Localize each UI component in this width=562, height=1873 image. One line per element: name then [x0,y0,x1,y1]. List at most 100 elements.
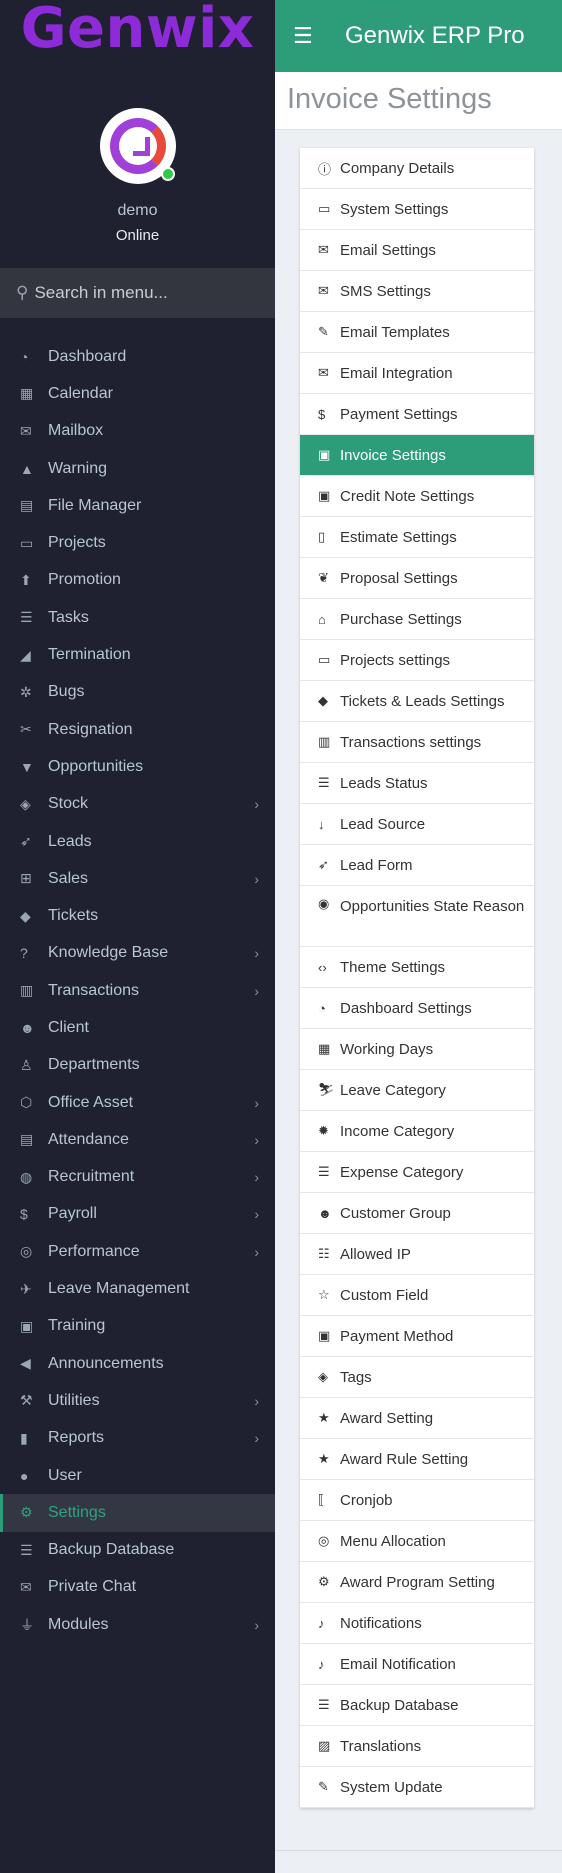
settings-item-payment-settings[interactable]: $ Payment Settings [300,394,534,435]
settings-item-credit-note-settings[interactable]: ▣ Credit Note Settings [300,476,534,517]
hamburger-menu-icon[interactable]: ☰ [293,23,317,49]
sidebar-item-attendance[interactable]: ▤ Attendance › [0,1121,275,1158]
search-input[interactable]: Search in menu... [34,283,167,303]
sidebar-item-calendar[interactable]: ▦ Calendar [0,375,275,412]
sidebar-item-leads[interactable]: ➶ Leads [0,823,275,860]
settings-item-award-program-setting[interactable]: ⚙ Award Program Setting [300,1562,534,1603]
settings-item-label: Estimate Settings [340,528,457,546]
settings-item-email-templates[interactable]: ✎ Email Templates [300,312,534,353]
settings-item-dashboard-settings[interactable]: ◔ Dashboard Settings [300,988,534,1029]
sidebar-item-knowledge-base[interactable]: ? Knowledge Base › [0,935,275,972]
language-icon: ▨ [318,1738,331,1753]
chevron-right-icon: › [254,1131,259,1148]
sidebar-item-reports[interactable]: ▮ Reports › [0,1420,275,1457]
settings-item-invoice-settings[interactable]: ▣ Invoice Settings [300,435,534,476]
settings-item-label: Email Settings [340,241,436,259]
sidebar-item-opportunities[interactable]: ▼ Opportunities [0,748,275,785]
bar-chart-icon: ▮ [20,1429,28,1446]
settings-item-theme-settings[interactable]: ‹› Theme Settings [300,947,534,988]
sidebar-item-label: Payroll [48,1205,97,1223]
avatar[interactable] [99,108,176,184]
settings-item-email-notification[interactable]: ♪ Email Notification [300,1644,534,1685]
sidebar-item-recruitment[interactable]: ◍ Recruitment › [0,1159,275,1196]
sidebar-item-leave-management[interactable]: ✈ Leave Management [0,1270,275,1307]
sidebar-item-backup-database[interactable]: ☰ Backup Database [0,1532,275,1569]
settings-item-income-category[interactable]: ✹ Income Category [300,1111,534,1152]
settings-item-system-settings[interactable]: ▭ System Settings [300,189,534,230]
sidebar-item-warning[interactable]: ▲ Warning [0,450,275,487]
sidebar-item-stock[interactable]: ◈ Stock › [0,786,275,823]
sidebar-item-settings[interactable]: ⚙ Settings [0,1494,275,1532]
sidebar-item-termination[interactable]: ◢ Termination [0,636,275,673]
sidebar-item-label: Tickets [48,907,99,925]
sidebar-item-promotion[interactable]: ⬆ Promotion [0,562,275,599]
sidebar-item-private-chat[interactable]: ✉ Private Chat [0,1569,275,1606]
scissors-icon: ✂ [20,721,32,738]
sidebar-item-label: Projects [48,534,106,552]
settings-item-cronjob[interactable]: ⟦ Cronjob [300,1480,534,1521]
settings-item-sms-settings[interactable]: ✉ SMS Settings [300,271,534,312]
settings-item-allowed-ip[interactable]: ☷ Allowed IP [300,1234,534,1275]
sidebar-item-label: Announcements [48,1354,164,1372]
settings-item-working-days[interactable]: ▦ Working Days [300,1029,534,1070]
online-status-dot [160,167,175,181]
settings-item-opportunities-state-reason[interactable]: ◉ Opportunities State Reason [300,886,534,947]
desktop-icon: ▭ [318,201,331,216]
settings-item-transactions-settings[interactable]: ▥ Transactions settings [300,722,534,763]
sidebar-item-training[interactable]: ▣ Training [0,1308,275,1345]
settings-item-award-rule-setting[interactable]: ★ Award Rule Setting [300,1439,534,1480]
settings-item-payment-method[interactable]: ▣ Payment Method [300,1316,534,1357]
settings-item-backup-database[interactable]: ☰ Backup Database [300,1685,534,1726]
settings-item-proposal-settings[interactable]: ❦ Proposal Settings [300,558,534,599]
settings-item-email-settings[interactable]: ✉ Email Settings [300,230,534,271]
sidebar-search[interactable]: ⚲ Search in menu... [0,268,275,318]
settings-item-award-setting[interactable]: ★ Award Setting [300,1398,534,1439]
sidebar-item-label: Leave Management [48,1280,190,1298]
settings-item-estimate-settings[interactable]: ▯ Estimate Settings [300,517,534,558]
star-icon: ★ [318,1451,330,1466]
sidebar-item-modules[interactable]: ⏚ Modules › [0,1606,275,1643]
settings-item-projects-settings[interactable]: ▭ Projects settings [300,640,534,681]
settings-item-lead-form[interactable]: ➶ Lead Form [300,845,534,886]
sidebar-item-payroll[interactable]: $ Payroll › [0,1196,275,1233]
settings-item-tags[interactable]: ◈ Tags [300,1357,534,1398]
sidebar-item-sales[interactable]: ⊞ Sales › [0,860,275,897]
sidebar-item-tasks[interactable]: ☰ Tasks [0,599,275,636]
logo[interactable]: Genwix [0,0,275,72]
settings-item-customer-group[interactable]: ☻ Customer Group [300,1193,534,1234]
sidebar-item-office-asset[interactable]: ⬡ Office Asset › [0,1084,275,1121]
settings-item-menu-allocation[interactable]: ◎ Menu Allocation [300,1521,534,1562]
settings-item-leads-status[interactable]: ☰ Leads Status [300,763,534,804]
sidebar-item-projects[interactable]: ▭ Projects [0,524,275,561]
sidebar-item-transactions[interactable]: ▥ Transactions › [0,972,275,1009]
settings-item-lead-source[interactable]: ↓ Lead Source [300,804,534,845]
sidebar-item-performance[interactable]: ◎ Performance › [0,1233,275,1270]
sidebar-item-tickets[interactable]: ◆ Tickets [0,897,275,934]
sidebar-item-resignation[interactable]: ✂ Resignation [0,711,275,748]
settings-item-label: Theme Settings [340,958,446,976]
settings-item-expense-category[interactable]: ☰ Expense Category [300,1152,534,1193]
sidebar-item-user[interactable]: ● User [0,1457,275,1494]
sidebar-item-dashboard[interactable]: ◔ Dashboard [0,338,275,375]
sidebar-item-file-manager[interactable]: ▤ File Manager [0,487,275,524]
settings-item-label: Credit Note Settings [340,487,475,505]
settings-item-purchase-settings[interactable]: ⌂ Purchase Settings [300,599,534,640]
settings-item-company-details[interactable]: ⓘ Company Details [300,148,534,189]
sidebar-item-client[interactable]: ☻ Client [0,1009,275,1046]
settings-item-label: Payment Settings [340,405,458,423]
chevron-right-icon: › [254,796,259,813]
settings-item-custom-field[interactable]: ☆ Custom Field [300,1275,534,1316]
settings-item-notifications[interactable]: ♪ Notifications [300,1603,534,1644]
sidebar-item-departments[interactable]: ♙ Departments [0,1047,275,1084]
settings-item-label: Purchase Settings [340,610,462,628]
sidebar-item-utilities[interactable]: ⚒ Utilities › [0,1382,275,1419]
settings-item-tickets-leads-settings[interactable]: ◆ Tickets & Leads Settings [300,681,534,722]
settings-item-translations[interactable]: ▨ Translations [300,1726,534,1767]
sidebar-item-bugs[interactable]: ✲ Bugs [0,674,275,711]
sidebar-item-mailbox[interactable]: ✉ Mailbox [0,413,275,450]
settings-item-email-integration[interactable]: ✉ Email Integration [300,353,534,394]
settings-item-leave-category[interactable]: ⛷ Leave Category [300,1070,534,1111]
skiing-icon: ⛷ [318,1082,335,1097]
sidebar-item-announcements[interactable]: ◀ Announcements [0,1345,275,1382]
settings-item-system-update[interactable]: ✎ System Update [300,1767,534,1808]
